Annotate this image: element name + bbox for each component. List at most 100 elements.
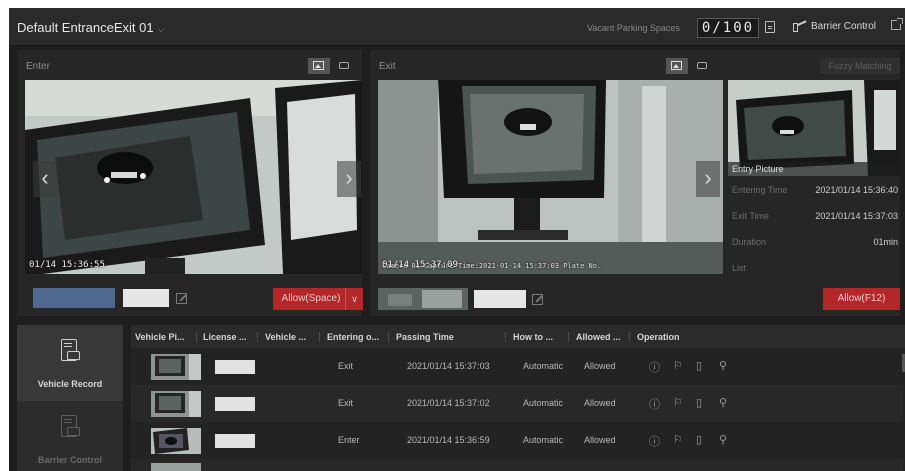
vacant-spaces-counter: 0/100 xyxy=(697,18,759,38)
exit-time-label: Exit Time xyxy=(732,211,770,221)
entering-time-row: Entering Time 2021/01/14 15:36:40 xyxy=(732,185,898,195)
thumbnail-image xyxy=(151,354,201,380)
edit-icon[interactable] xyxy=(532,294,543,305)
table-row[interactable] xyxy=(131,459,903,471)
direction-cell: Enter xyxy=(338,435,360,445)
col-entering-or-exiting[interactable]: Entering o... xyxy=(327,332,379,342)
chevron-down-icon: ⌵ xyxy=(157,24,165,34)
exit-plate-image xyxy=(378,288,468,310)
vehicle-thumbnail[interactable] xyxy=(151,391,201,417)
plate-color-display xyxy=(33,288,115,308)
exit-next-arrow[interactable]: › xyxy=(696,161,720,197)
entry-picture: Entry Picture xyxy=(728,80,900,176)
vehicle-record-table: Vehicle Pi... License ... Vehicle ... En… xyxy=(131,325,905,471)
vehicle-thumbnail[interactable] xyxy=(151,354,201,380)
edit-icon[interactable] xyxy=(176,293,187,304)
entrance-title: Default EntranceExit 01 xyxy=(17,20,154,35)
vehicle-record-icon xyxy=(61,339,80,361)
vehicle-thumbnail[interactable] xyxy=(151,463,201,471)
top-bar: Default EntranceExit 01 ⌵ Vacant Parking … xyxy=(9,8,905,46)
how-to-pass-cell: Automatic xyxy=(523,435,564,445)
info-icon[interactable]: ⓘ xyxy=(649,396,660,412)
vacant-spaces-label: Vacant Parking Spaces xyxy=(587,23,680,33)
col-allowed[interactable]: Allowed ... xyxy=(576,332,621,342)
search-icon[interactable]: ⚲ xyxy=(719,433,727,446)
vehicle-thumbnail[interactable] xyxy=(151,428,201,454)
external-link-icon[interactable] xyxy=(891,18,903,30)
exit-timestamp: 01/14 15:37:09 xyxy=(382,260,458,270)
direction-cell: Exit xyxy=(338,361,354,371)
allow-space-button[interactable]: Allow(Space) ∨ xyxy=(273,288,363,310)
plate-cell xyxy=(215,397,255,411)
document-icon[interactable] xyxy=(765,21,775,33)
how-to-pass-cell: Automatic xyxy=(523,398,564,408)
video-mode-button[interactable] xyxy=(334,58,356,74)
fuzzy-matching-button[interactable]: Fuzzy Matching xyxy=(820,58,900,74)
image-icon xyxy=(671,61,682,70)
video-mode-button[interactable] xyxy=(692,58,714,74)
list-row: List xyxy=(732,263,898,273)
exit-time-value: 2021/01/14 15:37:03 xyxy=(815,211,898,221)
col-license-plate[interactable]: License ... xyxy=(203,332,247,342)
col-vehicle-picture[interactable]: Vehicle Pi... xyxy=(135,332,185,342)
document-icon[interactable]: ▯ xyxy=(696,396,702,409)
info-icon[interactable]: ⓘ xyxy=(649,359,660,375)
duration-label: Duration xyxy=(732,237,767,247)
exit-panel-title: Exit xyxy=(379,61,396,72)
barrier-control-button[interactable]: Barrier Control xyxy=(811,21,876,32)
thumbnail-image xyxy=(151,428,201,454)
nav-vehicle-record-label: Vehicle Record xyxy=(37,379,103,389)
nav-barrier-control-label: Barrier Control xyxy=(37,455,102,465)
table-header: Vehicle Pi... License ... Vehicle ... En… xyxy=(131,325,905,348)
entry-picture-label: Entry Picture xyxy=(728,162,900,176)
col-vehicle-type[interactable]: Vehicle ... xyxy=(265,332,306,342)
table-row[interactable]: Enter 2021/01/14 15:36:59 Automatic Allo… xyxy=(131,422,903,459)
table-row[interactable]: Exit 2021/01/14 15:37:02 Automatic Allow… xyxy=(131,385,903,422)
barrier-control-icon xyxy=(61,415,80,437)
enter-panel-title: Enter xyxy=(26,61,50,72)
direction-cell: Exit xyxy=(338,398,354,408)
allowed-cell: Allowed xyxy=(584,435,616,445)
plate-cell xyxy=(215,434,255,448)
allowed-cell: Allowed xyxy=(584,398,616,408)
exit-panel: Exit Fuzzy Matching Camera 01 Capture Ti… xyxy=(370,50,900,316)
enter-panel: Enter 01/14 15:36:55 ‹ › Allow(Space) ∨ xyxy=(17,50,363,316)
chevron-down-icon[interactable]: ∨ xyxy=(345,288,363,310)
col-passing-time[interactable]: Passing Time xyxy=(396,332,454,342)
search-icon[interactable]: ⚲ xyxy=(719,359,727,372)
picture-mode-button[interactable] xyxy=(666,58,688,74)
search-icon[interactable]: ⚲ xyxy=(719,396,727,409)
duration-row: Duration 01min xyxy=(732,237,898,247)
plate-cell xyxy=(215,360,255,374)
flag-icon[interactable]: ⚐ xyxy=(673,359,683,372)
picture-mode-button[interactable] xyxy=(308,58,330,74)
flag-icon[interactable]: ⚐ xyxy=(673,433,683,446)
exit-scene xyxy=(378,80,723,274)
entering-time-value: 2021/01/14 15:36:40 xyxy=(815,185,898,195)
flag-icon[interactable]: ⚐ xyxy=(673,396,683,409)
document-icon[interactable]: ▯ xyxy=(696,359,702,372)
passing-time-cell: 2021/01/14 15:36:59 xyxy=(407,435,490,445)
entrance-selector[interactable]: Default EntranceExit 01 ⌵ xyxy=(17,20,164,35)
left-nav: Vehicle Record Barrier Control xyxy=(17,325,123,471)
plate-crop-image xyxy=(378,288,468,310)
plate-number-display xyxy=(123,289,169,307)
thumbnail-image xyxy=(151,391,201,417)
enter-timestamp: 01/14 15:36:55 xyxy=(29,260,105,270)
allow-f12-button[interactable]: Allow(F12) xyxy=(823,288,900,310)
allowed-cell: Allowed xyxy=(584,361,616,371)
table-row[interactable]: Exit 2021/01/14 15:37:03 Automatic Allow… xyxy=(131,348,903,385)
video-icon xyxy=(697,62,707,69)
col-operation: Operation xyxy=(637,332,680,342)
exit-time-row: Exit Time 2021/01/14 15:37:03 xyxy=(732,211,898,221)
passing-time-cell: 2021/01/14 15:37:02 xyxy=(407,398,490,408)
col-how-to-pass[interactable]: How to ... xyxy=(513,332,553,342)
enter-next-arrow[interactable]: › xyxy=(337,161,361,197)
enter-prev-arrow[interactable]: ‹ xyxy=(33,161,57,197)
nav-vehicle-record[interactable]: Vehicle Record xyxy=(17,325,123,401)
nav-barrier-control[interactable]: Barrier Control xyxy=(17,401,123,471)
plate-number-display xyxy=(474,290,526,308)
info-icon[interactable]: ⓘ xyxy=(649,433,660,449)
passing-time-cell: 2021/01/14 15:37:03 xyxy=(407,361,490,371)
document-icon[interactable]: ▯ xyxy=(696,433,702,446)
